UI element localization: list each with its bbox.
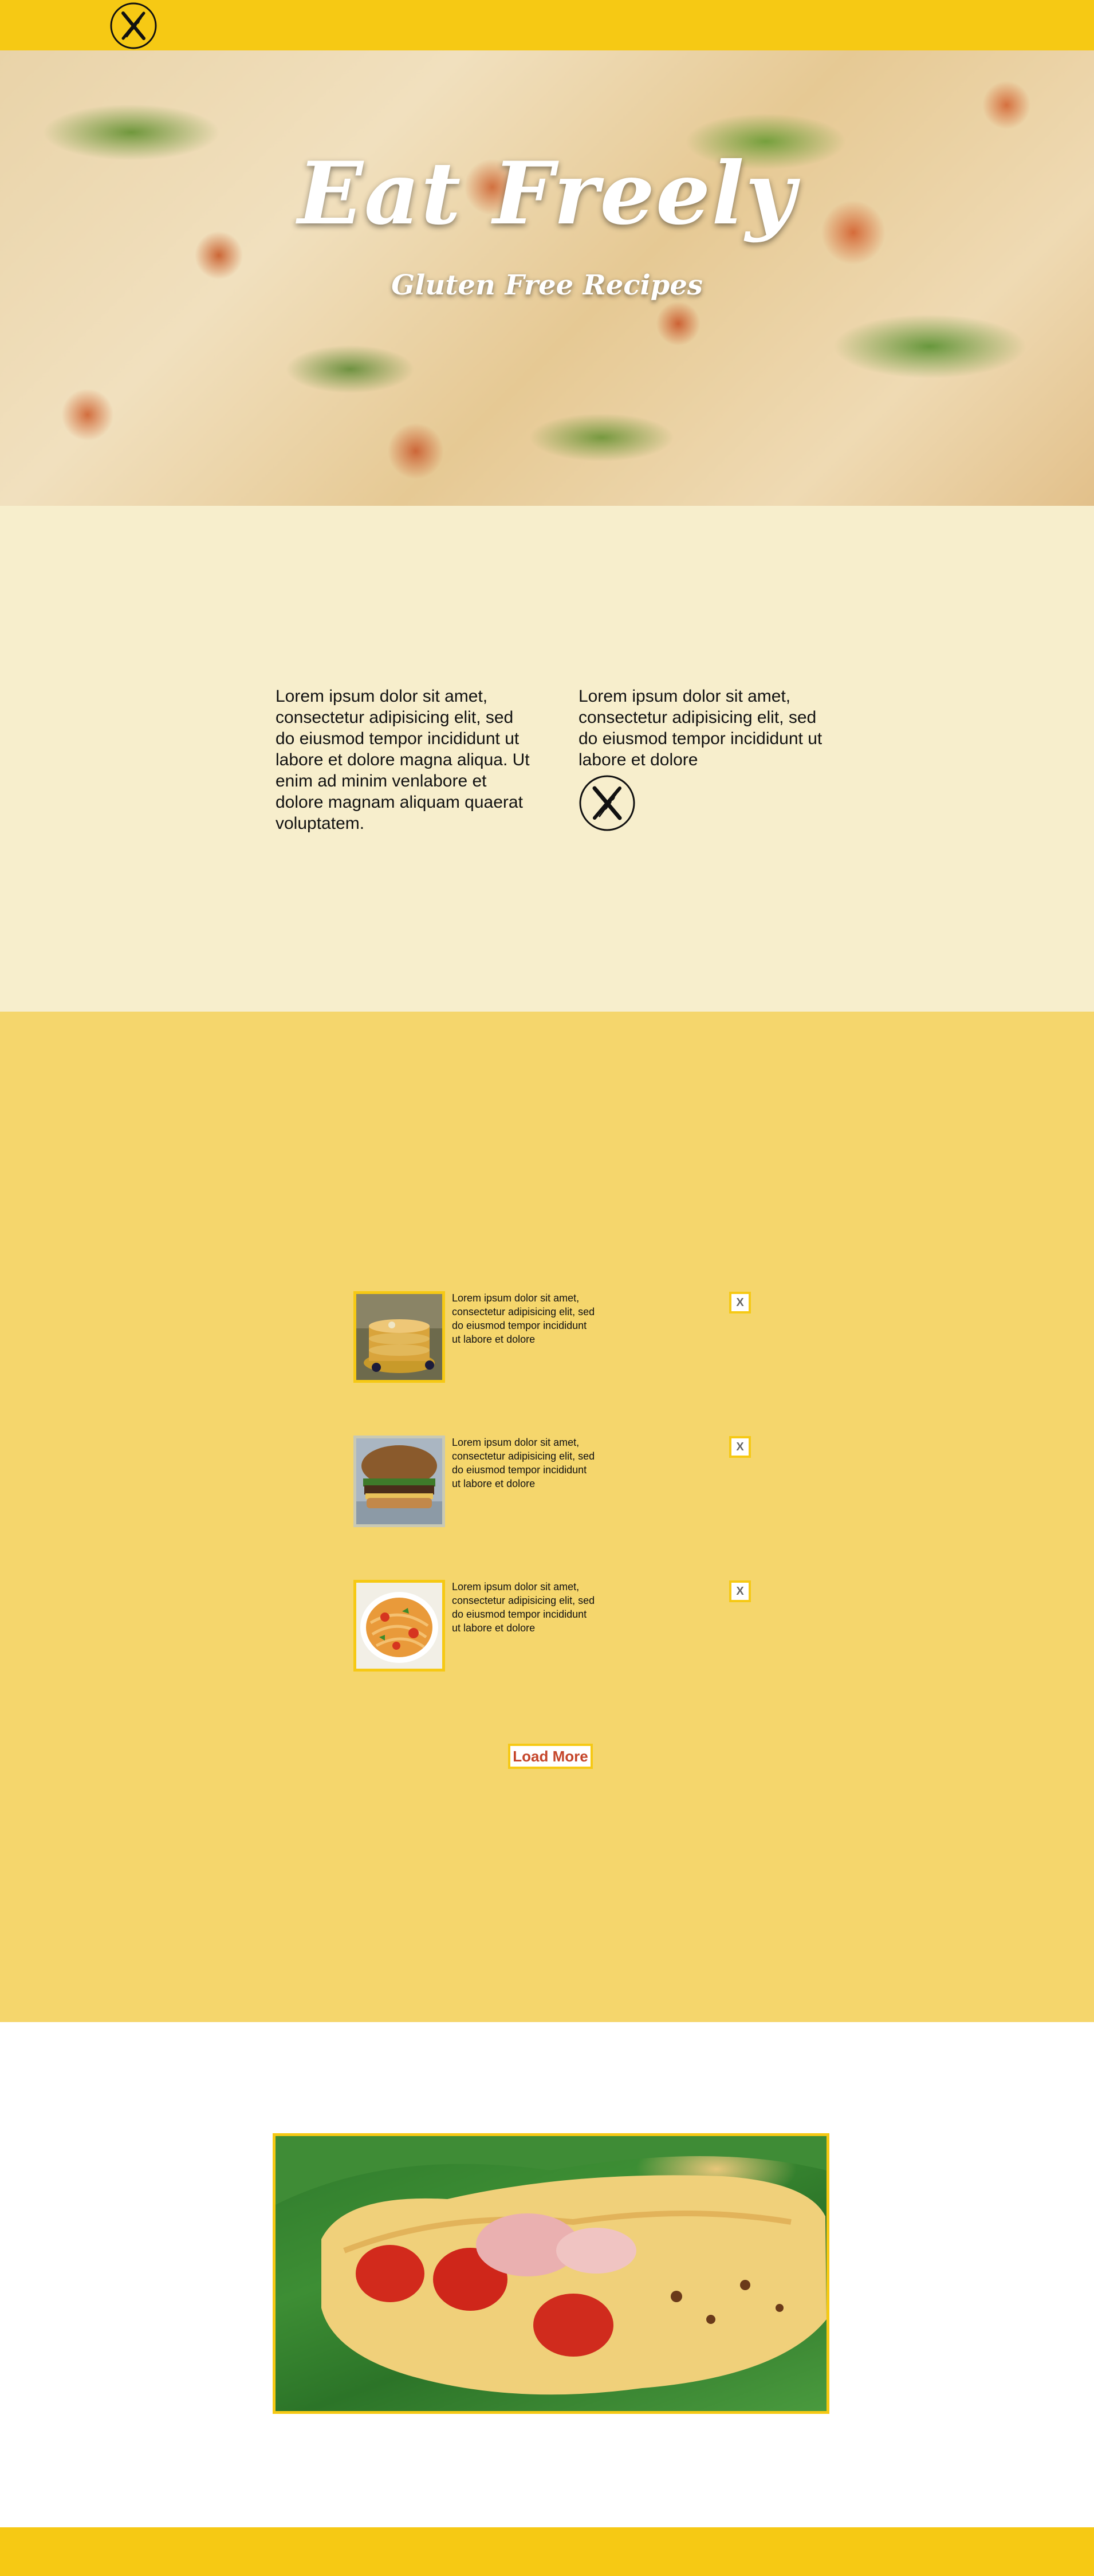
recipe-description: Lorem ipsum dolor sit amet, consectetur …: [452, 1437, 595, 1489]
intro-left-text: Lorem ipsum dolor sit amet, consectetur …: [276, 687, 530, 833]
recipe-list-section: [0, 1012, 1094, 2022]
intro-right-text: Lorem ipsum dolor sit amet, consectetur …: [579, 687, 823, 769]
remove-recipe-button[interactable]: X: [729, 1580, 751, 1602]
gluten-free-wheat-icon: [579, 775, 635, 831]
intro-section: [0, 506, 1094, 1012]
load-more-button[interactable]: Load More: [508, 1744, 593, 1769]
recipe-thumbnail-pancakes[interactable]: [353, 1291, 445, 1383]
recipe-description: Lorem ipsum dolor sit amet, consectetur …: [452, 1292, 595, 1345]
burger-image: [356, 1438, 442, 1524]
recipe-description: Lorem ipsum dolor sit amet, consectetur …: [452, 1581, 595, 1634]
gluten-free-logo-icon[interactable]: [109, 2, 158, 50]
crepe-photo: [276, 2136, 827, 2395]
remove-recipe-button[interactable]: X: [729, 1436, 751, 1458]
hero-title: Eat Freely: [297, 143, 797, 244]
recipe-thumbnail-burger[interactable]: [353, 1436, 445, 1527]
remove-recipe-button[interactable]: X: [729, 1292, 751, 1313]
hero-subtitle: Gluten Free Recipes: [391, 269, 703, 301]
recipe-thumbnail-pasta[interactable]: [353, 1580, 445, 1672]
featured-crepe-image: [273, 2133, 829, 2414]
footer-bar: [0, 2527, 1094, 2576]
top-nav-bar: [0, 0, 1094, 50]
pasta-image: [356, 1583, 442, 1669]
pancakes-image: [356, 1294, 442, 1380]
